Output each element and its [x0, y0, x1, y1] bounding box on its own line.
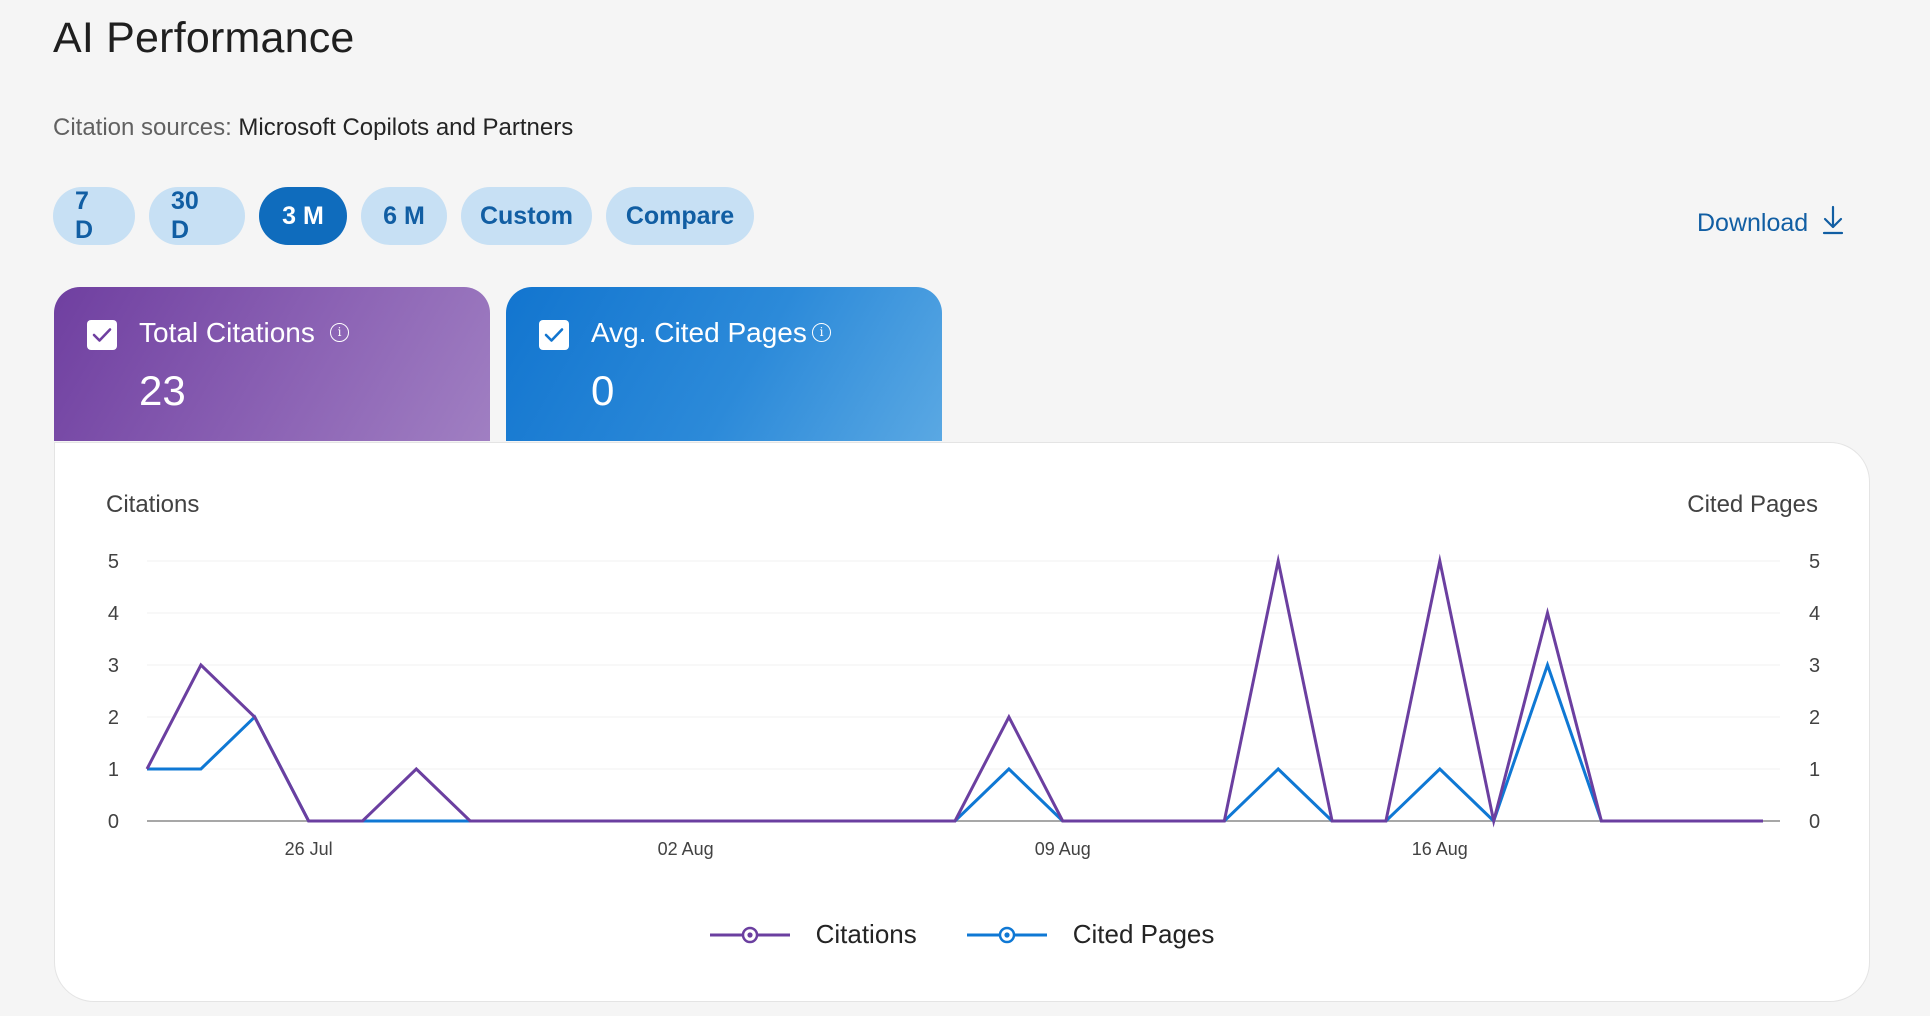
citation-sources: Citation sources: Microsoft Copilots and… — [53, 114, 573, 142]
avg-cited-pages-label: Avg. Cited Pages — [591, 317, 807, 348]
y-tick-label-left: 0 — [108, 811, 119, 833]
citation-sources-label: Citation sources: — [53, 114, 239, 141]
range-compare-button[interactable]: Compare — [606, 187, 754, 245]
y-tick-label-left: 5 — [108, 551, 119, 573]
y-tick-label-right: 2 — [1809, 707, 1820, 729]
info-icon[interactable]: i — [812, 323, 831, 342]
range-custom-button[interactable]: Custom — [461, 187, 592, 245]
page-title: AI Performance — [53, 14, 355, 62]
line-chart[interactable]: 0 0 1 1 2 2 3 3 4 4 5 5 26 Jul 02 Aug 09 Aug 16 Aug — [55, 443, 1871, 863]
x-tick-label: 16 Aug — [1412, 839, 1468, 859]
y-tick-label-left: 3 — [108, 655, 119, 677]
y-tick-label-right: 3 — [1809, 655, 1820, 677]
legend-citations[interactable]: Citations — [709, 919, 917, 950]
legend-cited-pages-label: Cited Pages — [1072, 919, 1215, 949]
y-tick-label-left: 2 — [108, 707, 119, 729]
y-tick-label-right: 0 — [1809, 811, 1820, 833]
y-tick-label-right: 4 — [1809, 603, 1820, 625]
avg-cited-pages-card[interactable]: Avg. Cited Pages i 0 — [506, 287, 942, 441]
total-citations-card[interactable]: Total Citations i 23 — [54, 287, 490, 441]
x-tick-label: 09 Aug — [1035, 839, 1091, 859]
y-tick-label-right: 5 — [1809, 551, 1820, 573]
checkmark-icon — [92, 328, 112, 342]
download-icon — [1822, 205, 1844, 242]
range-6m-button[interactable]: 6 M — [361, 187, 447, 245]
citation-sources-value: Microsoft Copilots and Partners — [238, 114, 574, 141]
y-tick-label-left: 4 — [108, 603, 119, 625]
y-tick-label-right: 1 — [1809, 759, 1820, 781]
checkmark-icon — [544, 328, 564, 342]
citations-legend-marker-icon — [709, 926, 790, 943]
avg-cited-pages-value: 0 — [591, 367, 615, 414]
total-citations-value: 23 — [139, 367, 186, 414]
avg-cited-pages-checkbox[interactable] — [539, 320, 569, 350]
range-7d-button[interactable]: 7 D — [53, 187, 135, 245]
date-range-selector: 7 D 30 D 3 M 6 M Custom Compare — [53, 187, 754, 245]
legend-cited-pages[interactable]: Cited Pages — [966, 919, 1215, 950]
info-icon[interactable]: i — [330, 323, 349, 342]
y-tick-label-left: 1 — [108, 759, 119, 781]
x-tick-label: 26 Jul — [285, 839, 333, 859]
total-citations-label: Total Citations — [139, 317, 315, 348]
legend-citations-label: Citations — [815, 919, 917, 949]
range-3m-button[interactable]: 3 M — [259, 187, 347, 245]
total-citations-checkbox[interactable] — [87, 320, 117, 350]
chart-legend: Citations Cited Pages — [55, 919, 1869, 950]
cited-pages-series-line — [147, 660, 1763, 824]
citations-series-line — [145, 553, 1763, 828]
range-30d-button[interactable]: 30 D — [149, 187, 245, 245]
download-label: Download — [1697, 209, 1809, 237]
cited-pages-legend-marker-icon — [966, 926, 1047, 943]
x-tick-label: 02 Aug — [658, 839, 714, 859]
chart-panel: Citations Cited Pages 0 0 1 1 2 2 3 3 4 4 5 5 26 Jul… — [54, 442, 1870, 1002]
download-button[interactable]: Download — [1697, 205, 1844, 242]
